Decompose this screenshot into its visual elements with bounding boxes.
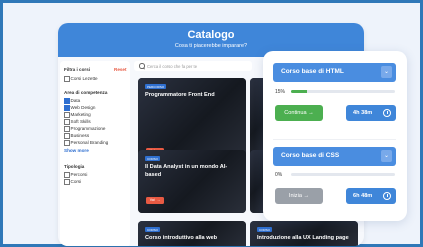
- course-title: Corso introduttivo alla web: [145, 235, 218, 241]
- filter-checkbox-programmazione[interactable]: Programmazione: [64, 126, 105, 132]
- filter-panel: Filtra i corsi Reset Corsi Lezette Area …: [60, 61, 130, 246]
- show-more-link[interactable]: Show more: [64, 148, 89, 153]
- screenshot-frame: Catalogo Cosa ti piacerebbe imparare? Fi…: [0, 0, 423, 247]
- filter-checkbox-personal-branding[interactable]: Personal Branding: [64, 140, 108, 146]
- checkbox[interactable]: [64, 112, 70, 118]
- page-subtitle: Cosa ti piacerebbe imparare?: [174, 43, 248, 49]
- filter-checkbox-lezione[interactable]: Corsi Lezette: [64, 76, 98, 82]
- checkbox[interactable]: [64, 179, 70, 185]
- checkbox-checked[interactable]: [64, 105, 70, 111]
- course-title: Programmatore Front End: [145, 92, 215, 98]
- course-title: Introduzione alla UX Landing page: [257, 235, 349, 241]
- progress-bar: [291, 173, 395, 176]
- checkbox[interactable]: [64, 172, 70, 178]
- course-type-badge: CORSO: [145, 156, 161, 161]
- course-title: Corso base di CSS: [281, 152, 340, 159]
- chevron-down-icon[interactable]: ⌄: [381, 66, 392, 78]
- continue-button[interactable]: Continua →: [275, 105, 323, 121]
- type-section-title: Tipologia: [64, 164, 85, 169]
- course-header[interactable]: Corso base di HTML ⌄: [273, 63, 396, 82]
- reset-filters-link[interactable]: Reset: [114, 67, 127, 72]
- filter-checkbox-web-design[interactable]: Web Design: [64, 105, 95, 111]
- checkbox[interactable]: [64, 119, 70, 125]
- arrow-right-icon: →: [156, 198, 161, 202]
- progress-label: 15%: [275, 89, 286, 95]
- progress-label: 0%: [275, 172, 283, 178]
- area-section-title: Area di competenza: [64, 90, 108, 95]
- go-button[interactable]: Vai→: [146, 197, 164, 204]
- filter-checkbox-soft-skills[interactable]: Soft Skills: [64, 119, 91, 125]
- checkbox[interactable]: [64, 126, 70, 132]
- progress-bar: [291, 90, 395, 93]
- checkbox[interactable]: [64, 76, 70, 82]
- checkbox[interactable]: [64, 140, 70, 146]
- search-icon: [139, 63, 145, 69]
- search-bar[interactable]: Cerca il corso che fa per te: [134, 61, 252, 71]
- course-header[interactable]: Corso base di CSS ⌄: [273, 147, 396, 166]
- course-type-badge: CORSO: [145, 227, 161, 232]
- search-input[interactable]: Cerca il corso che fa per te: [147, 64, 197, 69]
- checkbox[interactable]: [64, 133, 70, 139]
- filter-checkbox-corsi[interactable]: Corsi: [64, 179, 81, 185]
- divider: [273, 139, 396, 140]
- filter-checkbox-data[interactable]: Data: [64, 98, 80, 104]
- course-type-badge: CORSO: [257, 227, 273, 232]
- course-card[interactable]: CORSO Il Data Analyst in un mondo AI-bas…: [138, 150, 246, 213]
- page-title: Catalogo: [187, 29, 235, 41]
- duration-badge: 6h 48m: [346, 188, 396, 204]
- course-type-badge: PERCORSO: [145, 84, 167, 89]
- course-card[interactable]: CORSO Corso introduttivo alla web: [138, 221, 246, 246]
- filter-checkbox-business[interactable]: Business: [64, 133, 89, 139]
- clock-icon: [383, 109, 391, 117]
- clock-icon: [383, 192, 391, 200]
- course-card[interactable]: CORSO Introduzione alla UX Landing page: [250, 221, 358, 246]
- checkbox-checked[interactable]: [64, 98, 70, 104]
- course-title: Il Data Analyst in un mondo AI-based: [145, 164, 228, 178]
- chevron-down-icon[interactable]: ⌄: [381, 150, 392, 162]
- course-title: Corso base di HTML: [281, 68, 344, 75]
- my-courses-panel: Corso base di HTML ⌄ 15% Continua → 4h 3…: [263, 51, 407, 221]
- start-button[interactable]: Inizia →: [275, 188, 323, 204]
- filter-checkbox-marketing[interactable]: Marketing: [64, 112, 91, 118]
- filter-title: Filtra i corsi: [64, 67, 91, 72]
- filter-checkbox-percorsi[interactable]: Percorsi: [64, 172, 87, 178]
- duration-badge: 4h 38m: [346, 105, 396, 121]
- progress-fill: [291, 90, 307, 93]
